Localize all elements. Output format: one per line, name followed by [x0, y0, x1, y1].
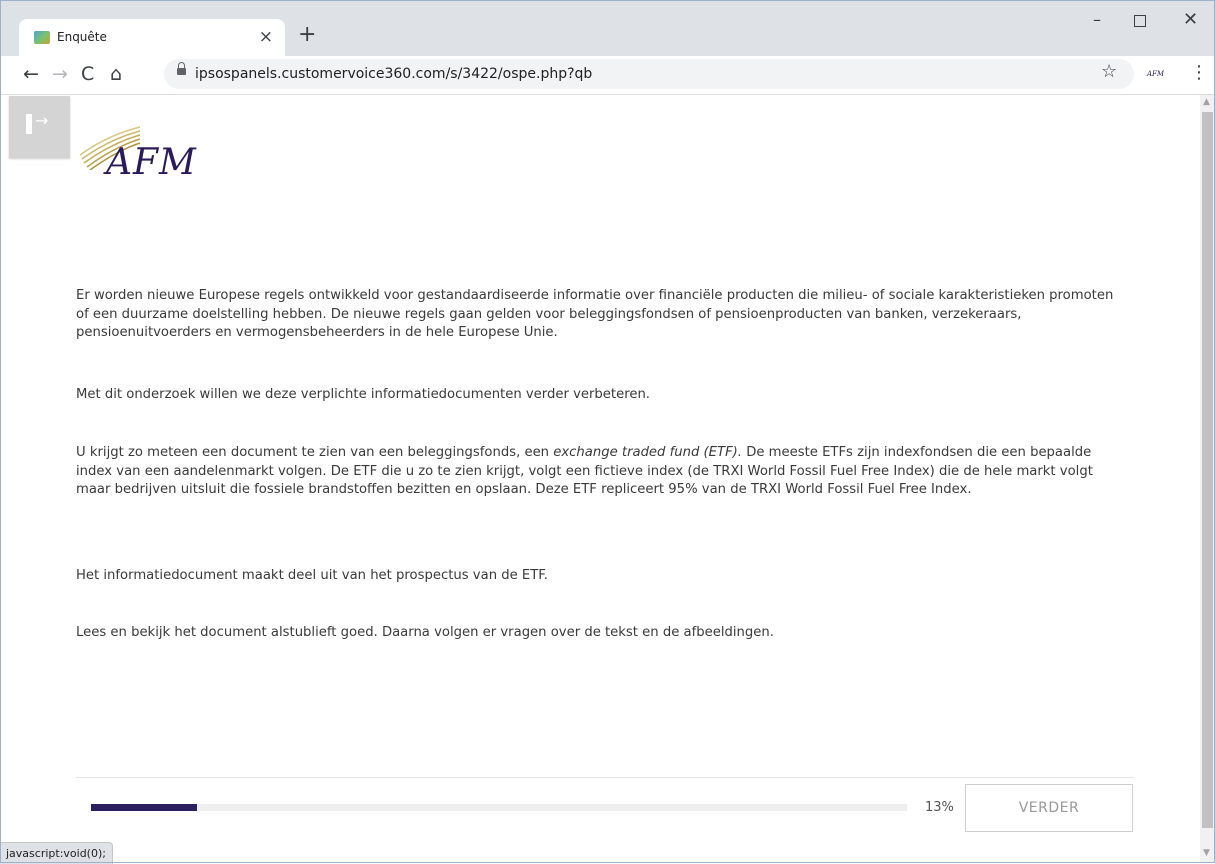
reload-icon[interactable]: C — [81, 62, 94, 86]
exit-arrow-icon: → — [35, 111, 49, 130]
afm-logo: AFM — [78, 125, 218, 185]
scroll-down-arrow-icon[interactable]: ▼ — [1203, 848, 1210, 858]
sidebar-toggle-button[interactable]: → — [9, 96, 70, 158]
tab-title: Enquête — [57, 30, 107, 44]
back-arrow-icon[interactable]: ← — [23, 62, 39, 86]
afm-extension-icon[interactable]: AFM — [1147, 70, 1164, 78]
bookmark-star-icon[interactable]: ☆ — [1101, 61, 1117, 82]
scroll-up-arrow-icon[interactable]: ▲ — [1203, 97, 1210, 107]
progress-bar — [91, 804, 907, 811]
scroll-thumb[interactable] — [1202, 112, 1213, 828]
window-maximize-button[interactable] — [1134, 15, 1146, 27]
forward-arrow-icon[interactable]: → — [52, 62, 68, 86]
lock-icon[interactable] — [177, 62, 186, 75]
footer-divider — [76, 777, 1134, 778]
survey-favicon-icon — [34, 31, 50, 44]
intro-paragraph-5: Lees en bekijk het document alstublieft … — [76, 625, 774, 640]
url-text[interactable]: ipsospanels.customervoice360.com/s/3422/… — [195, 66, 592, 82]
home-icon[interactable]: ⌂ — [110, 62, 122, 86]
new-tab-button[interactable]: + — [298, 22, 316, 48]
intro-paragraph-1: Er worden nieuwe Europese regels ontwikk… — [76, 288, 1114, 340]
browser-toolbar: ← → C ⌂ ipsospanels.customervoice360.com… — [0, 56, 1215, 95]
intro-paragraph-2: Met dit onderzoek willen we deze verplic… — [76, 387, 650, 402]
address-bar[interactable]: ipsospanels.customervoice360.com/s/3422/… — [164, 59, 1134, 89]
browser-tab[interactable]: Enquête × — [19, 19, 285, 56]
tab-strip: Enquête × + – ✕ — [0, 0, 1215, 56]
window-minimize-button[interactable]: – — [1093, 10, 1101, 30]
status-bar: javascript:void(0); — [0, 842, 113, 864]
progress-percentage: 13% — [925, 800, 954, 815]
window-close-button[interactable]: ✕ — [1183, 10, 1198, 30]
progress-fill — [91, 804, 198, 811]
paragraph-3-italic: exchange traded fund (ETF). — [553, 445, 742, 460]
next-button[interactable]: VERDER — [965, 784, 1133, 832]
logo-text: AFM — [106, 142, 197, 183]
intro-paragraph-4: Het informatiedocument maakt deel uit va… — [76, 568, 548, 583]
intro-paragraph-3: U krijgt zo meteen een document te zien … — [76, 444, 1121, 500]
tab-close-icon[interactable]: × — [259, 27, 273, 47]
page-scrollbar[interactable]: ▲ ▼ — [1200, 95, 1215, 863]
exit-door-icon — [26, 114, 32, 134]
browser-menu-icon[interactable]: ⋮ — [1190, 62, 1208, 83]
paragraph-3-start: U krijgt zo meteen een document te zien … — [76, 445, 554, 460]
